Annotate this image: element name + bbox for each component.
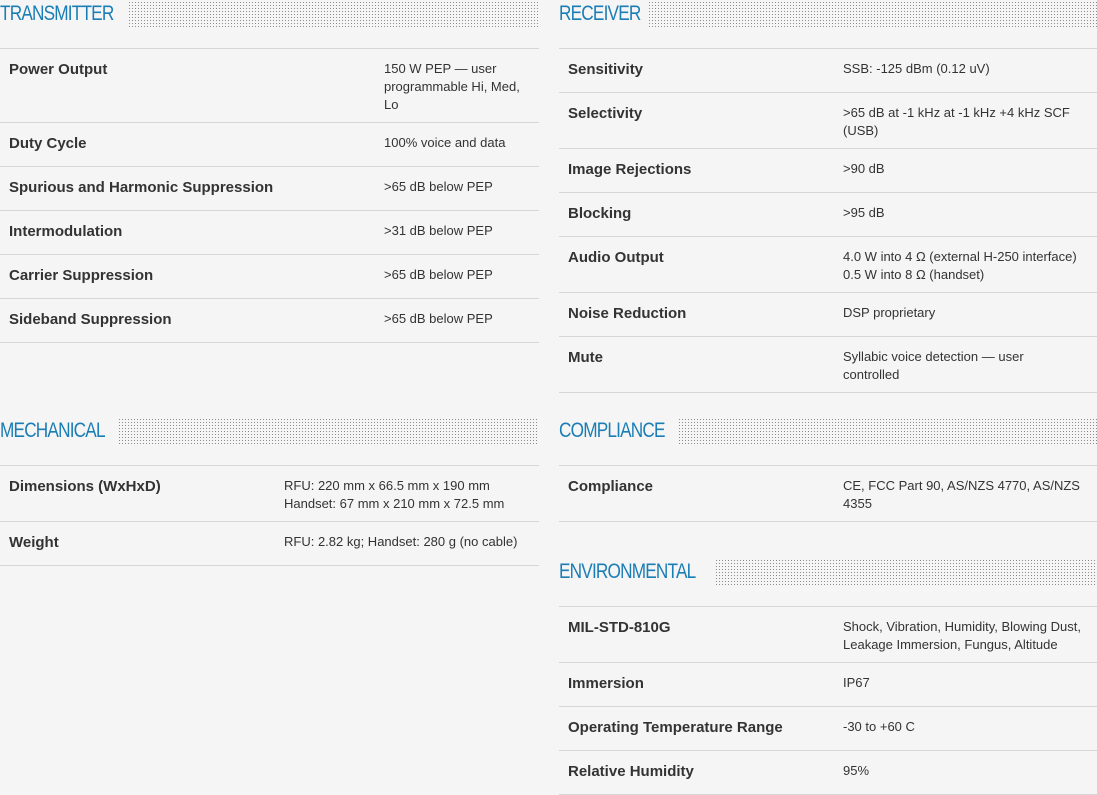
spec-value-line: Handset: 67 mm x 210 mm x 72.5 mm <box>284 496 505 511</box>
section-title: MECHANICAL <box>0 419 106 442</box>
dotted-divider <box>677 418 1097 444</box>
receiver-header: RECEIVER <box>559 0 1097 28</box>
mechanical-section: MECHANICAL Dimensions (WxHxD) RFU: 220 m… <box>0 417 539 566</box>
spec-label: Compliance <box>568 478 654 495</box>
receiver-section: RECEIVER Sensitivity SSB: -125 dBm (0.12… <box>559 0 1097 393</box>
spec-label: Sensitivity <box>568 61 644 78</box>
spec-label: Power Output <box>9 61 108 78</box>
spec-label: Noise Reduction <box>568 305 687 322</box>
environmental-section: ENVIRONMENTAL MIL-STD-810G Shock, Vibrat… <box>559 558 1097 795</box>
spec-value: RFU: 2.82 kg; Handset: 280 g (no cable) <box>284 534 518 549</box>
spec-value: 95% <box>843 763 870 778</box>
spec-label: Spurious and Harmonic Suppression <box>9 179 274 196</box>
transmitter-table: Power Output 150 W PEP — user programmab… <box>0 48 539 343</box>
spec-value: RFU: 220 mm x 66.5 mm x 190 mm Handset: … <box>284 466 539 522</box>
environmental-table: MIL-STD-810G Shock, Vibration, Humidity,… <box>559 606 1097 795</box>
spec-label: Duty Cycle <box>9 135 87 152</box>
spec-value: CE, FCC Part 90, AS/NZS 4770, AS/NZS 435… <box>843 478 1080 511</box>
spec-value: >90 dB <box>843 161 885 176</box>
spec-label: Mute <box>568 349 603 366</box>
spec-value: 100% voice and data <box>384 135 506 150</box>
spec-value: IP67 <box>843 675 870 690</box>
section-title: COMPLIANCE <box>559 419 665 442</box>
spec-label: Weight <box>9 534 59 551</box>
table-row: Operating Temperature Range -30 to +60 C <box>559 706 1097 751</box>
table-row: Spurious and Harmonic Suppression >65 dB… <box>0 166 539 211</box>
spec-value-line: 4.0 W into 4 Ω (external H-250 interface… <box>843 249 1077 264</box>
table-row: Dimensions (WxHxD) RFU: 220 mm x 66.5 mm… <box>0 465 539 522</box>
transmitter-section: TRANSMITTER Power Output 150 W PEP — use… <box>0 0 539 343</box>
spec-value-line: 0.5 W into 8 Ω (handset) <box>843 267 985 282</box>
spec-label: Immersion <box>568 675 644 692</box>
spec-value: -30 to +60 C <box>843 719 915 734</box>
section-title: TRANSMITTER <box>0 2 114 25</box>
spec-value: >65 dB below PEP <box>384 311 493 326</box>
table-row: Compliance CE, FCC Part 90, AS/NZS 4770,… <box>559 465 1097 522</box>
spec-label: Relative Humidity <box>568 763 694 780</box>
table-row: Intermodulation >31 dB below PEP <box>0 210 539 255</box>
spec-value: DSP proprietary <box>843 305 936 320</box>
spec-label: Audio Output <box>568 249 664 266</box>
table-row: Audio Output 4.0 W into 4 Ω (external H-… <box>559 236 1097 293</box>
table-row: Power Output 150 W PEP — user programmab… <box>0 48 539 123</box>
spec-value: >31 dB below PEP <box>384 223 493 238</box>
mechanical-table: Dimensions (WxHxD) RFU: 220 mm x 66.5 mm… <box>0 465 539 566</box>
compliance-section: COMPLIANCE Compliance CE, FCC Part 90, A… <box>559 417 1097 522</box>
compliance-header: COMPLIANCE <box>559 417 1097 445</box>
table-row: Duty Cycle 100% voice and data <box>0 122 539 167</box>
dotted-divider <box>648 1 1097 27</box>
spec-label: Carrier Suppression <box>9 267 154 284</box>
spec-label: Operating Temperature Range <box>568 719 783 736</box>
table-row: Sensitivity SSB: -125 dBm (0.12 uV) <box>559 48 1097 93</box>
spec-value: Syllabic voice detection — user controll… <box>843 349 1024 382</box>
table-row: Blocking >95 dB <box>559 192 1097 237</box>
section-title: ENVIRONMENTAL <box>559 560 696 583</box>
table-row: Selectivity >65 dB at -1 kHz at -1 kHz +… <box>559 92 1097 149</box>
table-row: Carrier Suppression >65 dB below PEP <box>0 254 539 299</box>
table-row: Immersion IP67 <box>559 662 1097 707</box>
dotted-divider <box>128 1 539 27</box>
spec-label: Blocking <box>568 205 632 222</box>
spec-value-line: RFU: 220 mm x 66.5 mm x 190 mm <box>284 478 490 493</box>
spec-value: >65 dB below PEP <box>384 179 493 194</box>
spec-value: >65 dB below PEP <box>384 267 493 282</box>
mechanical-header: MECHANICAL <box>0 417 539 445</box>
dotted-divider <box>117 418 539 444</box>
table-row: Mute Syllabic voice detection — user con… <box>559 336 1097 393</box>
receiver-table: Sensitivity SSB: -125 dBm (0.12 uV) Sele… <box>559 48 1097 393</box>
table-row: Noise Reduction DSP proprietary <box>559 292 1097 337</box>
spec-value: 150 W PEP — user programmable Hi, Med, L… <box>384 61 520 112</box>
table-row: Relative Humidity 95% <box>559 750 1097 795</box>
transmitter-header: TRANSMITTER <box>0 0 539 28</box>
environmental-header: ENVIRONMENTAL <box>559 558 1097 586</box>
table-row: MIL-STD-810G Shock, Vibration, Humidity,… <box>559 606 1097 663</box>
table-row: Sideband Suppression >65 dB below PEP <box>0 298 539 343</box>
spec-value: Shock, Vibration, Humidity, Blowing Dust… <box>843 619 1081 652</box>
spec-label: Selectivity <box>568 105 643 122</box>
spec-value: >95 dB <box>843 205 885 220</box>
spec-label: Dimensions (WxHxD) <box>9 478 161 495</box>
table-row: Image Rejections >90 dB <box>559 148 1097 193</box>
dotted-divider <box>715 559 1097 585</box>
spec-label: Sideband Suppression <box>9 311 172 328</box>
spec-value: SSB: -125 dBm (0.12 uV) <box>843 61 990 76</box>
table-row: Weight RFU: 2.82 kg; Handset: 280 g (no … <box>0 521 539 566</box>
spec-value: 4.0 W into 4 Ω (external H-250 interface… <box>843 237 1097 293</box>
spec-label: Intermodulation <box>9 223 123 240</box>
spec-label: Image Rejections <box>568 161 692 178</box>
compliance-table: Compliance CE, FCC Part 90, AS/NZS 4770,… <box>559 465 1097 522</box>
section-title: RECEIVER <box>559 2 641 25</box>
spec-label: MIL-STD-810G <box>568 619 671 636</box>
spec-value: >65 dB at -1 kHz at -1 kHz +4 kHz SCF (U… <box>843 105 1070 138</box>
